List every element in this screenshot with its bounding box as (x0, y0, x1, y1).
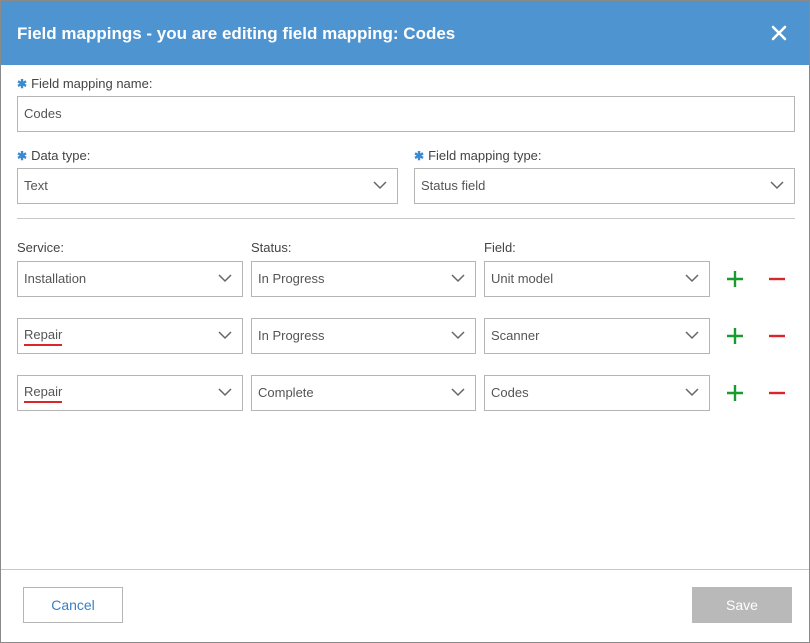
mapping-type-label: ✱ Field mapping type: (414, 148, 542, 163)
chevron-down-icon (373, 181, 387, 190)
save-button[interactable]: Save (692, 587, 792, 623)
add-row-icon[interactable] (724, 325, 746, 347)
field-select[interactable]: Unit model (484, 261, 710, 297)
status-value: In Progress (258, 328, 325, 343)
chevron-down-icon (451, 331, 465, 340)
name-input[interactable]: Codes (17, 96, 795, 132)
chevron-down-icon (218, 388, 232, 397)
mapping-type-value: Status field (421, 178, 486, 193)
remove-row-icon[interactable] (766, 325, 788, 347)
field-value: Codes (491, 385, 529, 400)
data-type-value: Text (24, 178, 48, 193)
service-value: Repair (24, 384, 63, 403)
data-type-label: ✱ Data type: (17, 148, 91, 163)
status-select[interactable]: In Progress (251, 261, 476, 297)
remove-row-icon[interactable] (766, 382, 788, 404)
section-divider (17, 218, 795, 219)
chevron-down-icon (451, 274, 465, 283)
chevron-down-icon (451, 388, 465, 397)
required-marker: ✱ (17, 149, 28, 163)
mapping-type-select[interactable]: Status field (414, 168, 795, 204)
required-marker: ✱ (414, 149, 425, 163)
dialog-title: Field mappings - you are editing field m… (17, 24, 456, 43)
status-header: Status: (251, 240, 292, 255)
service-header: Service: (17, 240, 64, 255)
chevron-down-icon (685, 274, 699, 283)
data-type-select[interactable]: Text (17, 168, 398, 204)
add-row-icon[interactable] (724, 382, 746, 404)
service-value: Repair (24, 327, 63, 346)
chevron-down-icon (685, 331, 699, 340)
service-value: Installation (24, 271, 87, 286)
close-icon[interactable] (770, 24, 790, 44)
required-marker: ✱ (17, 77, 28, 91)
chevron-down-icon (770, 181, 784, 190)
field-header: Field: (484, 240, 516, 255)
chevron-down-icon (218, 331, 232, 340)
footer-divider (1, 569, 809, 570)
field-value: Scanner (491, 328, 540, 343)
status-value: Complete (258, 385, 314, 400)
field-select[interactable]: Codes (484, 375, 710, 411)
name-label: ✱ Field mapping name: (17, 76, 153, 91)
status-select[interactable]: In Progress (251, 318, 476, 354)
chevron-down-icon (685, 388, 699, 397)
add-row-icon[interactable] (724, 268, 746, 290)
field-mappings-dialog: Field mappings - you are editing field m… (0, 0, 810, 643)
dialog-header: Field mappings - you are editing field m… (1, 1, 809, 65)
service-select[interactable]: Repair (17, 375, 243, 411)
cancel-button[interactable]: Cancel (23, 587, 123, 623)
status-select[interactable]: Complete (251, 375, 476, 411)
status-value: In Progress (258, 271, 325, 286)
name-input-value: Codes (24, 106, 62, 121)
field-select[interactable]: Scanner (484, 318, 710, 354)
field-value: Unit model (491, 271, 554, 286)
remove-row-icon[interactable] (766, 268, 788, 290)
chevron-down-icon (218, 274, 232, 283)
service-select[interactable]: Installation (17, 261, 243, 297)
service-select[interactable]: Repair (17, 318, 243, 354)
